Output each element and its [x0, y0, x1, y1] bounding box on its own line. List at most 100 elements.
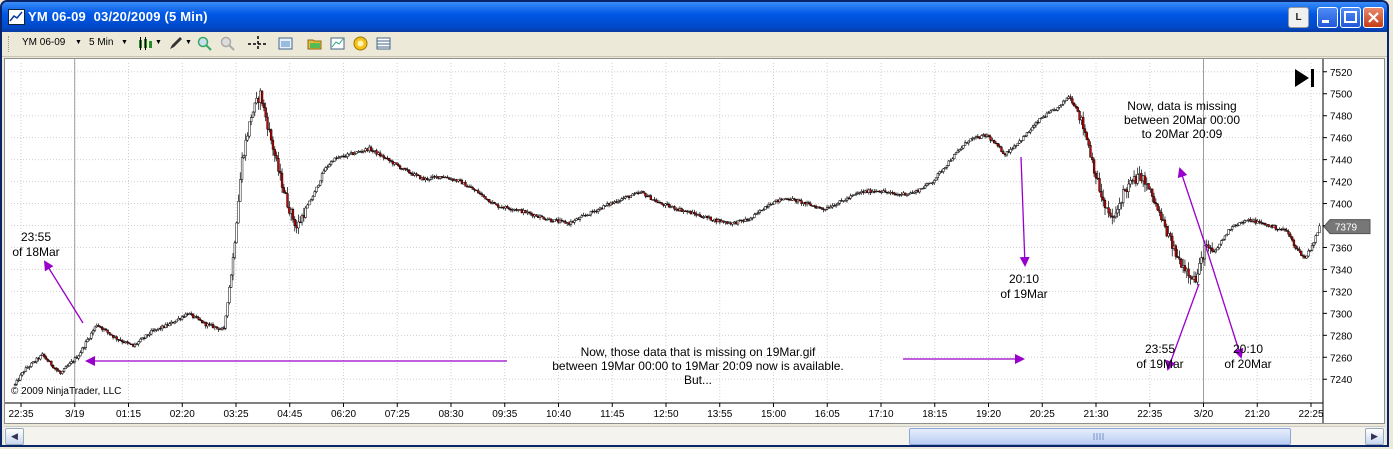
candle	[593, 209, 596, 214]
interval-selector[interactable]: 5 Min	[89, 37, 113, 48]
candle	[130, 343, 133, 345]
candle	[825, 204, 829, 211]
y-tick-label: 7360	[1330, 243, 1353, 254]
candle	[502, 206, 505, 210]
candle	[331, 160, 335, 163]
candle	[511, 208, 514, 213]
candle	[355, 151, 358, 155]
candle	[1314, 234, 1317, 245]
candle	[874, 189, 878, 193]
candle	[420, 176, 424, 181]
zoom-in-icon[interactable]	[197, 36, 212, 51]
candle	[88, 337, 91, 341]
candle	[640, 190, 643, 195]
candle	[949, 158, 952, 162]
candle	[524, 209, 527, 214]
zoom-out-icon[interactable]	[220, 36, 235, 51]
candle	[735, 220, 738, 225]
candle	[1243, 219, 1247, 224]
title-bar[interactable]: YM 06-09 03/20/2009 (5 Min) L	[2, 2, 1387, 32]
candle	[658, 200, 662, 204]
candle	[1103, 198, 1107, 216]
candle	[760, 209, 763, 212]
candle	[91, 328, 95, 336]
candle	[624, 195, 627, 200]
candle	[195, 314, 198, 319]
candle	[818, 206, 821, 210]
candle	[284, 190, 287, 195]
candle	[795, 198, 798, 205]
candle	[115, 335, 118, 342]
pencil-icon[interactable]	[168, 36, 183, 51]
candle	[575, 217, 578, 221]
candle	[1134, 174, 1138, 187]
candle	[1229, 228, 1232, 232]
candle	[1238, 222, 1241, 226]
candle	[131, 343, 135, 348]
candle	[446, 175, 449, 179]
candle	[934, 177, 938, 181]
candle	[627, 195, 631, 201]
candle	[171, 321, 175, 324]
annotation-19mar-time: 20:10	[1009, 272, 1039, 286]
candle	[491, 200, 494, 205]
data-table-icon[interactable]	[376, 36, 391, 51]
candle	[867, 188, 870, 195]
candle	[1027, 131, 1030, 134]
candle	[389, 159, 393, 163]
candle	[211, 322, 215, 329]
scroll-left-button[interactable]: ◀	[5, 428, 24, 445]
x-tick-label: 3/20	[1194, 409, 1214, 420]
crosshair-icon[interactable]	[247, 36, 269, 51]
open-folder-icon[interactable]	[307, 36, 322, 51]
scroll-right-button[interactable]: ▶	[1365, 428, 1384, 445]
link-button[interactable]: L	[1288, 7, 1309, 28]
chart-window-icon[interactable]	[330, 36, 345, 51]
candle	[660, 202, 663, 205]
properties-icon[interactable]	[278, 36, 293, 51]
candle	[495, 203, 498, 206]
candle	[1047, 110, 1050, 114]
close-button[interactable]	[1363, 7, 1384, 28]
candle	[24, 365, 28, 372]
candle	[1303, 254, 1306, 259]
candle	[571, 220, 574, 224]
candle	[68, 361, 71, 367]
chart-style-icon[interactable]	[137, 36, 152, 51]
candle	[35, 356, 38, 364]
candle	[1120, 201, 1123, 210]
horizontal-scrollbar[interactable]: ◀ ▶	[4, 426, 1385, 445]
candle	[402, 167, 405, 171]
annotation-missing-line3: to 20Mar 20:09	[1142, 127, 1223, 141]
minimize-button[interactable]	[1317, 7, 1338, 28]
candle	[222, 325, 226, 331]
candle	[480, 191, 484, 198]
candle	[175, 319, 178, 323]
candle	[1189, 275, 1192, 285]
candle	[822, 207, 825, 213]
x-tick-label: 20:25	[1030, 409, 1055, 420]
chart-panel[interactable]: 7240726072807300732073407360738074007420…	[4, 58, 1385, 424]
candle	[940, 169, 943, 173]
candle	[1096, 170, 1099, 180]
scroll-thumb[interactable]	[909, 428, 1291, 445]
gold-coin-icon[interactable]	[353, 36, 368, 51]
candle	[464, 180, 467, 187]
candle	[210, 322, 213, 327]
candle	[587, 214, 591, 216]
candle	[313, 190, 316, 197]
candle	[239, 172, 242, 202]
candle	[815, 204, 818, 209]
candle	[551, 219, 554, 223]
candle	[362, 150, 365, 154]
candle	[983, 133, 987, 139]
maximize-button[interactable]	[1340, 7, 1361, 28]
price-chart[interactable]: 7240726072807300732073407360738074007420…	[5, 59, 1384, 423]
instrument-selector[interactable]: YM 06-09	[22, 37, 65, 48]
candle	[329, 160, 333, 167]
candle	[920, 187, 923, 190]
candle	[81, 346, 84, 354]
candle	[1292, 238, 1296, 249]
chart-app-icon	[8, 9, 25, 25]
candle	[322, 168, 325, 174]
